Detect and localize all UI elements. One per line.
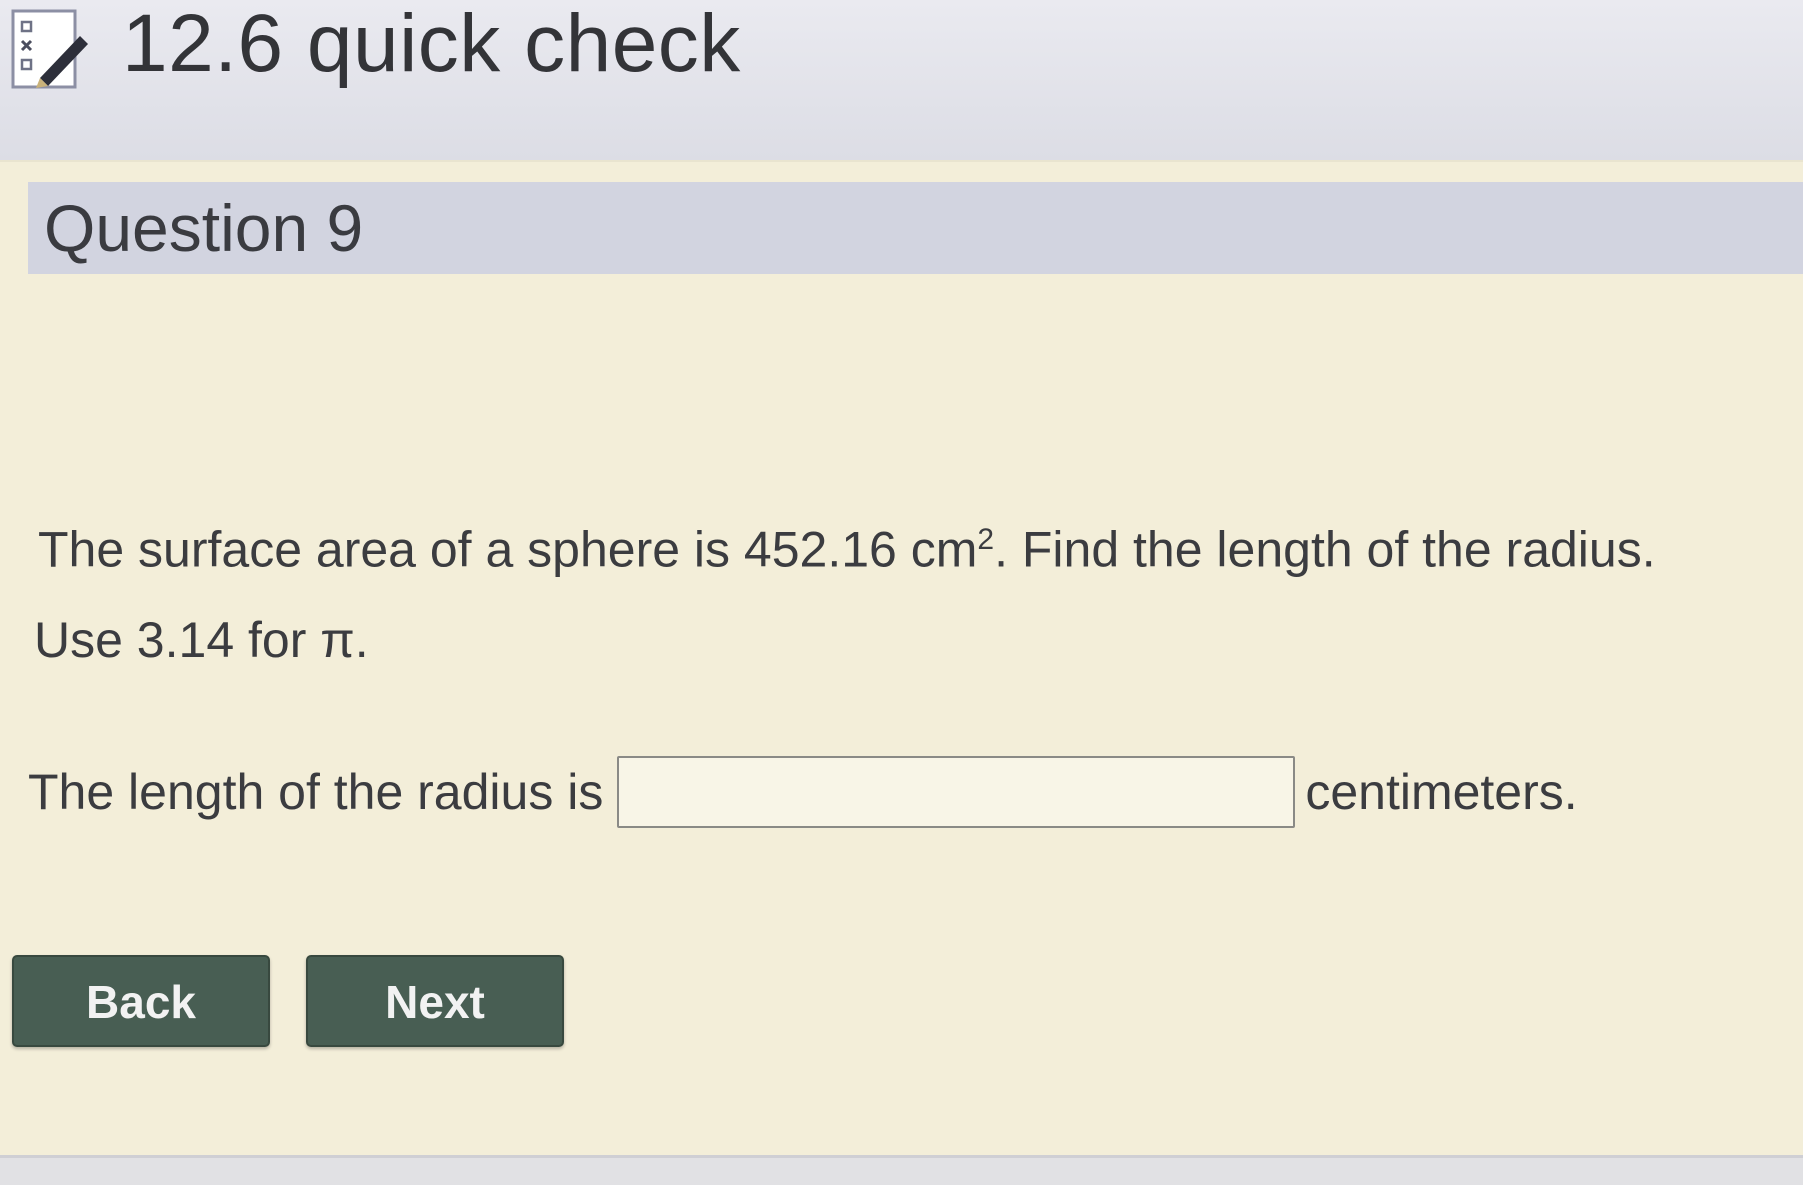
- question-number: Question 9: [44, 191, 364, 265]
- question-prompt-tail: . Find the length of the radius.: [994, 521, 1656, 578]
- radius-answer-input[interactable]: [617, 756, 1296, 828]
- question-hint: Use 3.14 for π.: [34, 612, 369, 668]
- next-button[interactable]: Next: [306, 955, 564, 1047]
- quiz-titlebar: 12.6 quick check: [0, 0, 1803, 160]
- question-prompt: The surface area of a sphere is 452.16 c…: [38, 510, 1656, 580]
- quiz-title: 12.6 quick check: [122, 0, 741, 89]
- footer-divider: [0, 1155, 1803, 1185]
- back-button[interactable]: Back: [12, 955, 270, 1047]
- question-header: Question 9: [28, 182, 1803, 274]
- answer-row: The length of the radius is centimeters.: [28, 752, 1578, 832]
- question-prompt-exponent: 2: [977, 523, 995, 556]
- quiz-checklist-icon: [11, 9, 88, 89]
- answer-prefix-label: The length of the radius is: [28, 764, 604, 820]
- question-prompt-text: The surface area of a sphere is 452.16 c…: [38, 521, 978, 578]
- answer-unit-label: centimeters.: [1305, 764, 1578, 820]
